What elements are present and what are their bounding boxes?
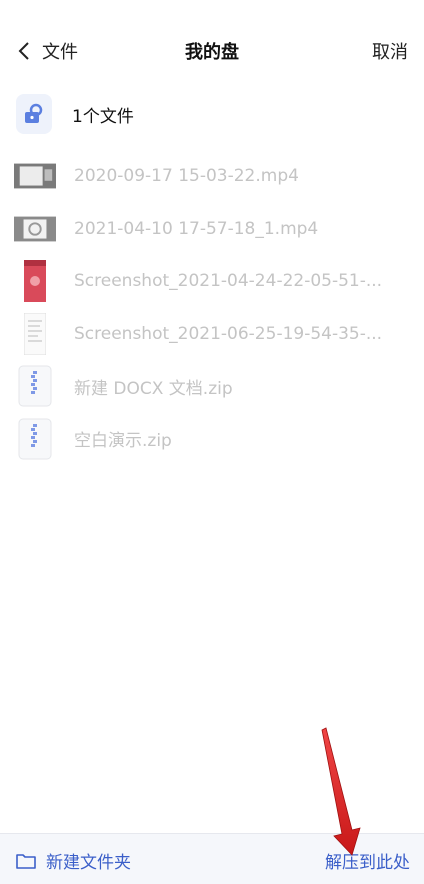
selection-summary: 1个文件 — [16, 92, 134, 136]
file-name: 新建 DOCX 文档.zip — [74, 378, 233, 399]
zip-file-icon — [14, 365, 56, 407]
file-row: Screenshot_2021-04-24-22-05-51-... — [0, 255, 424, 308]
file-list: 2020-09-17 15-03-22.mp4 2021-04-10 17-57… — [0, 150, 424, 465]
new-folder-button[interactable]: 新建文件夹 — [16, 848, 131, 873]
file-name: 空白演示.zip — [74, 431, 172, 452]
video-thumbnail-icon — [14, 208, 56, 250]
video-thumbnail-icon — [14, 155, 56, 197]
bottom-action-bar: 新建文件夹 解压到此处 — [0, 833, 424, 884]
file-row: 2020-09-17 15-03-22.mp4 — [0, 150, 424, 203]
zip-file-icon — [14, 418, 56, 460]
lock-icon — [25, 103, 43, 123]
new-folder-label: 新建文件夹 — [46, 853, 131, 873]
image-thumbnail-icon — [14, 312, 56, 355]
file-name: Screenshot_2021-04-24-22-05-51-... — [74, 271, 383, 292]
file-row: 空白演示.zip — [0, 413, 424, 466]
file-count-label: 1个文件 — [72, 106, 134, 127]
file-name: 2021-04-10 17-57-18_1.mp4 — [74, 218, 319, 239]
file-row: 2021-04-10 17-57-18_1.mp4 — [0, 203, 424, 256]
file-name: 2020-09-17 15-03-22.mp4 — [74, 166, 299, 187]
selected-file-icon — [16, 94, 52, 134]
cancel-button[interactable]: 取消 — [372, 38, 408, 64]
folder-icon — [16, 853, 36, 869]
file-row: Screenshot_2021-06-25-19-54-35-... — [0, 308, 424, 361]
extract-here-button[interactable]: 解压到此处 — [325, 848, 410, 873]
file-row: 新建 DOCX 文档.zip — [0, 360, 424, 413]
top-bar: 文件 我的盘 取消 — [0, 0, 424, 96]
page-title: 我的盘 — [185, 42, 239, 63]
image-thumbnail-icon — [14, 260, 56, 303]
file-name: Screenshot_2021-06-25-19-54-35-... — [74, 323, 383, 344]
